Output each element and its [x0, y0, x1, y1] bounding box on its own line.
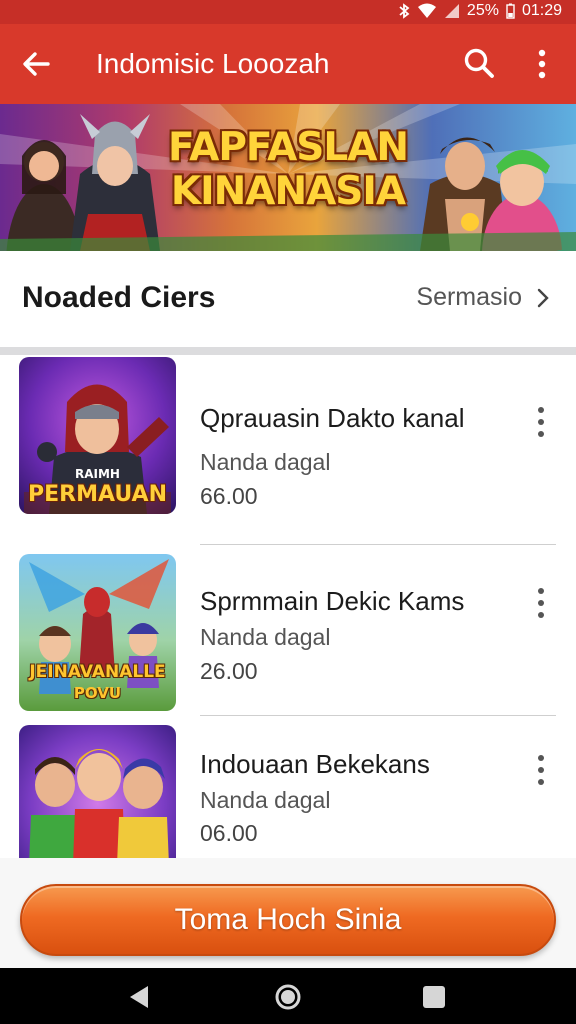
row-divider — [200, 715, 556, 716]
signal-icon — [444, 4, 459, 18]
banner-title: FAPFASLAN KINANASIA — [168, 125, 409, 214]
bottom-action-area: Toma Hoch Sinia — [0, 858, 576, 968]
item-subtitle: Nanda dagal — [200, 449, 331, 475]
back-arrow-icon[interactable] — [20, 48, 52, 80]
search-icon[interactable] — [462, 46, 496, 80]
item-thumbnail: JEINAVANALLE POVU — [19, 554, 176, 711]
thumbnail-subtitle: POVU — [73, 684, 122, 702]
overflow-menu-icon[interactable] — [530, 46, 554, 82]
clock: 01:29 — [521, 2, 562, 19]
nav-home-icon[interactable] — [273, 982, 303, 1012]
list-item[interactable]: PERMAUAN RAIMH Qprauasin Dakto kanal Nan… — [0, 355, 576, 531]
nav-back-icon[interactable] — [124, 982, 154, 1012]
section-divider — [0, 347, 576, 355]
thumbnail-title: JEINAVANALLE — [29, 662, 166, 682]
thumbnail-title: PERMAUAN — [28, 482, 167, 507]
app-title: Indomisic Looozah — [96, 48, 330, 79]
promo-banner[interactable]: FAPFASLAN KINANASIA — [0, 104, 576, 251]
item-name: Qprauasin Dakto kanal — [200, 403, 465, 433]
system-nav-bar — [0, 968, 576, 1024]
section-header: Noaded Ciers Sermasio — [0, 251, 576, 347]
app-bar: Indomisic Looozah — [0, 24, 576, 104]
item-price: 66.00 — [200, 483, 258, 509]
item-price: 26.00 — [200, 658, 258, 684]
battery-percent: 25% — [466, 2, 499, 19]
item-subtitle: Nanda dagal — [200, 787, 331, 813]
item-name: Sprmmain Dekic Kams — [200, 586, 465, 616]
list-item[interactable]: JEINAVANALLE POVU Sprmmain Dekic Kams Na… — [0, 552, 576, 728]
item-overflow-icon[interactable] — [530, 405, 552, 439]
item-overflow-icon[interactable] — [530, 586, 552, 620]
item-subtitle: Nanda dagal — [200, 624, 331, 650]
primary-action-button[interactable]: Toma Hoch Sinia — [20, 884, 556, 956]
item-name: Indouaan Bekekans — [200, 749, 430, 779]
status-bar: 25% 01:29 — [0, 0, 576, 24]
row-divider — [200, 544, 556, 545]
section-title: Noaded Ciers — [22, 281, 216, 314]
chevron-right-icon — [537, 288, 549, 307]
battery-icon — [506, 3, 515, 19]
wifi-icon — [417, 3, 436, 18]
item-thumbnail: PERMAUAN RAIMH — [19, 357, 176, 514]
nav-recents-icon[interactable] — [419, 982, 449, 1012]
item-list: PERMAUAN RAIMH Qprauasin Dakto kanal Nan… — [0, 355, 576, 858]
thumbnail-subtitle: RAIMH — [75, 467, 120, 481]
item-overflow-icon[interactable] — [530, 753, 552, 787]
item-price: 06.00 — [200, 820, 258, 846]
item-thumbnail — [19, 725, 176, 858]
bluetooth-icon — [399, 3, 410, 19]
list-item[interactable]: Indouaan Bekekans Nanda dagal 06.00 — [0, 723, 576, 858]
see-more-link[interactable]: Sermasio — [416, 283, 550, 312]
